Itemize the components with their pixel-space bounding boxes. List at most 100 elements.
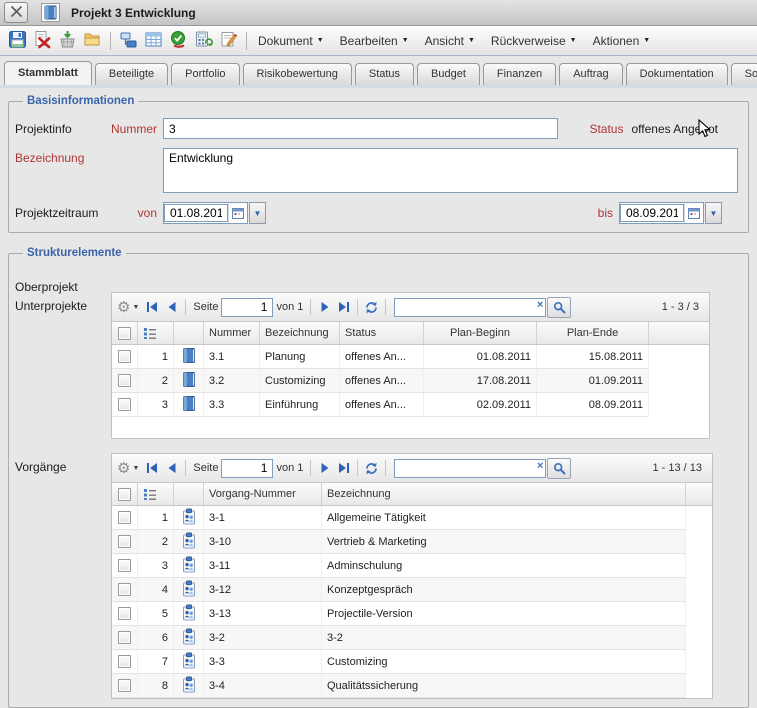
row-checkbox[interactable] (118, 583, 131, 596)
clipboard-people-icon[interactable] (181, 580, 197, 600)
sort-order-column-header[interactable] (138, 322, 174, 344)
vorgang-table-row[interactable]: 53-13Projectile-Version (112, 602, 712, 626)
tab-status[interactable]: Status (355, 63, 414, 85)
row-checkbox[interactable] (118, 655, 131, 668)
clipboard-people-icon[interactable] (181, 652, 197, 672)
bis-dropdown-button[interactable]: ▼ (705, 202, 722, 224)
hierarchy-button[interactable] (116, 29, 141, 53)
col-bezeichnung[interactable]: Bezeichnung (260, 322, 340, 344)
edit-note-button[interactable] (216, 29, 241, 53)
book-icon[interactable] (181, 347, 197, 367)
row-checkbox[interactable] (118, 535, 131, 548)
menu-ansicht[interactable]: Ansicht▼ (425, 34, 475, 48)
next-page-button[interactable] (315, 298, 334, 317)
clipboard-people-icon[interactable] (181, 676, 197, 696)
last-page-button[interactable] (334, 298, 353, 317)
book-icon[interactable] (181, 371, 197, 391)
unterprojekt-table-row[interactable]: 33.3Einführungoffenes An...02.09.201108.… (112, 393, 709, 417)
clipboard-people-icon[interactable] (181, 628, 197, 648)
col-plan-beginn[interactable]: Plan-Beginn (424, 322, 537, 344)
grid-search-input[interactable] (394, 298, 546, 317)
page-number-input[interactable] (221, 459, 273, 478)
menu-rckverweise[interactable]: Rückverweise▼ (491, 34, 577, 48)
von-date-input[interactable] (164, 204, 228, 222)
clipboard-people-icon[interactable] (181, 604, 197, 624)
first-page-button[interactable] (143, 459, 162, 478)
nummer-input[interactable] (163, 118, 558, 139)
row-checkbox[interactable] (118, 607, 131, 620)
menu-dokument[interactable]: Dokument▼ (258, 34, 324, 48)
bezeichnung-textarea[interactable] (163, 148, 738, 193)
tab-auftrag[interactable]: Auftrag (559, 63, 622, 85)
search-button[interactable] (547, 458, 571, 479)
select-all-checkbox[interactable] (118, 327, 131, 340)
page-count-label: von 1 (276, 462, 303, 474)
tab-stammblatt[interactable]: Stammblatt (4, 61, 92, 85)
unterprojekt-table-row[interactable]: 13.1Planungoffenes An...01.08.201115.08.… (112, 345, 709, 369)
tab-portfolio[interactable]: Portfolio (171, 63, 239, 85)
vorgang-table-row[interactable]: 63-23-2 (112, 626, 712, 650)
row-checkbox[interactable] (118, 631, 131, 644)
grid-settings-button[interactable]: ⚙▼ (117, 300, 139, 315)
clipboard-people-icon[interactable] (181, 556, 197, 576)
tab-dokumentation[interactable]: Dokumentation (626, 63, 728, 85)
row-checkbox[interactable] (118, 511, 131, 524)
recalculate-button[interactable] (191, 29, 216, 53)
prev-page-button[interactable] (162, 298, 181, 317)
col-nummer[interactable]: Nummer (204, 322, 260, 344)
search-button[interactable] (547, 297, 571, 318)
delete-document-button[interactable] (30, 29, 55, 53)
cell-plan-beginn: 17.08.2011 (424, 369, 537, 393)
von-dropdown-button[interactable]: ▼ (249, 202, 266, 224)
col-vorgang-nummer[interactable]: Vorgang-Nummer (204, 483, 322, 505)
vorgang-table-row[interactable]: 73-3Customizing (112, 650, 712, 674)
vorgang-table-row[interactable]: 13-1Allgemeine Tätigkeit (112, 506, 712, 530)
col-status[interactable]: Status (340, 322, 424, 344)
save-button[interactable] (5, 29, 30, 53)
table-view-button[interactable] (141, 29, 166, 53)
close-button[interactable] (4, 2, 28, 23)
tab-risikobewertung[interactable]: Risikobewertung (243, 63, 352, 85)
clipboard-people-icon[interactable] (181, 508, 197, 528)
tab-sonstiges[interactable]: Sonstiges (731, 63, 757, 85)
clipboard-people-icon[interactable] (181, 532, 197, 552)
vorgang-table-row[interactable]: 43-12Konzeptgespräch (112, 578, 712, 602)
menu-aktionen[interactable]: Aktionen▼ (593, 34, 651, 48)
von-calendar-button[interactable] (228, 203, 247, 223)
vorgang-table-row[interactable]: 33-11Adminschulung (112, 554, 712, 578)
row-checkbox[interactable] (118, 374, 131, 387)
clear-search-icon[interactable]: × (537, 299, 543, 311)
tab-finanzen[interactable]: Finanzen (483, 63, 556, 85)
approve-button[interactable] (166, 29, 191, 53)
vorgang-table-row[interactable]: 83-4Qualitätssicherung (112, 674, 712, 698)
refresh-button[interactable] (362, 298, 381, 317)
col-bezeichnung[interactable]: Bezeichnung (322, 483, 686, 505)
unterprojekt-table-row[interactable]: 23.2Customizingoffenes An...17.08.201101… (112, 369, 709, 393)
bis-calendar-button[interactable] (684, 203, 703, 223)
menu-bearbeiten[interactable]: Bearbeiten▼ (340, 34, 409, 48)
row-checkbox[interactable] (118, 679, 131, 692)
grid-settings-button[interactable]: ⚙▼ (117, 461, 139, 476)
tab-beteiligte[interactable]: Beteiligte (95, 63, 168, 85)
col-plan-ende[interactable]: Plan-Ende (537, 322, 649, 344)
row-checkbox[interactable] (118, 398, 131, 411)
import-basket-button[interactable] (55, 29, 80, 53)
page-number-input[interactable] (221, 298, 273, 317)
sort-order-column-header[interactable] (138, 483, 174, 505)
open-folder-button[interactable] (80, 29, 105, 53)
first-page-button[interactable] (143, 298, 162, 317)
row-checkbox[interactable] (118, 350, 131, 363)
vorgang-table-row[interactable]: 23-10Vertrieb & Marketing (112, 530, 712, 554)
bis-date-input[interactable] (620, 204, 684, 222)
row-checkbox[interactable] (118, 559, 131, 572)
clear-search-icon[interactable]: × (537, 460, 543, 472)
last-page-button[interactable] (334, 459, 353, 478)
grid-search-input[interactable] (394, 459, 546, 478)
next-page-button[interactable] (315, 459, 334, 478)
refresh-button[interactable] (362, 459, 381, 478)
tab-budget[interactable]: Budget (417, 63, 480, 85)
row-checkbox-cell (112, 530, 138, 554)
prev-page-button[interactable] (162, 459, 181, 478)
select-all-checkbox[interactable] (118, 488, 131, 501)
book-icon[interactable] (181, 395, 197, 415)
